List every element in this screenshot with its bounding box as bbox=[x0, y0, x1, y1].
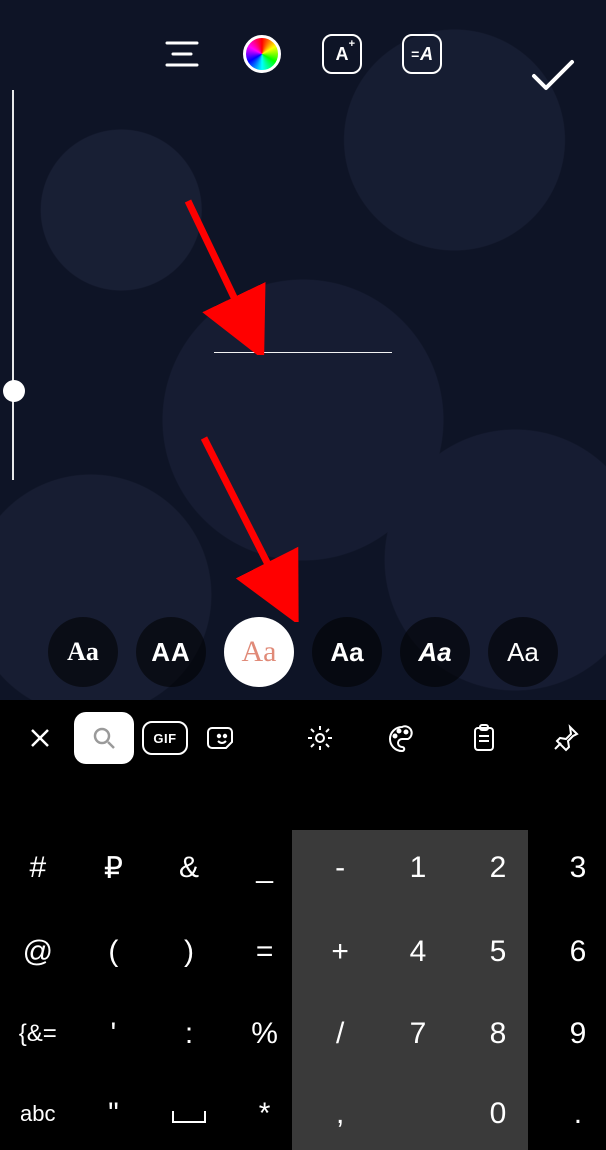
font-size-button[interactable]: A + bbox=[320, 32, 364, 76]
keyboard-search-button[interactable] bbox=[74, 712, 134, 764]
key-4[interactable]: 4 bbox=[378, 935, 458, 969]
search-icon bbox=[91, 725, 117, 751]
font-size-icon: A + bbox=[322, 34, 362, 74]
key-slash[interactable]: / bbox=[302, 1017, 378, 1051]
key-apostrophe[interactable]: ' bbox=[76, 1017, 152, 1051]
color-picker-button[interactable] bbox=[240, 32, 284, 76]
key-0[interactable]: 0 bbox=[458, 1097, 538, 1131]
key-quote[interactable]: " bbox=[76, 1097, 152, 1131]
clipboard-icon bbox=[471, 723, 497, 753]
font-option-thin[interactable]: Aa bbox=[488, 617, 558, 687]
key-dash[interactable]: - bbox=[302, 851, 378, 885]
keyboard-theme-button[interactable] bbox=[376, 712, 428, 764]
keyboard-sticker-button[interactable] bbox=[196, 712, 248, 764]
key-9[interactable]: 9 bbox=[538, 1017, 606, 1051]
key-ampersand[interactable]: & bbox=[151, 851, 227, 885]
key-hash[interactable]: # bbox=[0, 851, 76, 885]
canvas-dim-overlay bbox=[0, 0, 606, 700]
text-size-slider-track[interactable] bbox=[12, 90, 14, 480]
sticker-icon bbox=[207, 723, 237, 753]
key-equals[interactable]: = bbox=[227, 935, 303, 969]
keyboard-gif-button[interactable]: GIF bbox=[142, 721, 188, 755]
key-percent[interactable]: % bbox=[227, 1017, 303, 1051]
pin-icon bbox=[552, 724, 580, 752]
story-canvas[interactable]: A + =A bbox=[0, 0, 606, 700]
space-icon bbox=[172, 1111, 206, 1123]
keyboard-keys: # ₽ & _ - 1 2 3 ? @ ( ) = + 4 5 6 ! bbox=[0, 776, 606, 1150]
keyboard-clipboard-button[interactable] bbox=[458, 712, 510, 764]
key-colon[interactable]: : bbox=[151, 1017, 227, 1051]
text-size-slider-thumb[interactable] bbox=[3, 380, 25, 402]
key-more-symbols[interactable]: {&= bbox=[0, 1020, 76, 1048]
color-wheel-icon bbox=[243, 35, 281, 73]
key-7[interactable]: 7 bbox=[378, 1017, 458, 1051]
key-at[interactable]: @ bbox=[0, 935, 76, 969]
key-3[interactable]: 3 bbox=[538, 851, 606, 885]
key-ruble[interactable]: ₽ bbox=[76, 851, 152, 886]
key-space[interactable] bbox=[151, 1097, 227, 1131]
key-asterisk[interactable]: * bbox=[227, 1097, 303, 1131]
font-option-bold[interactable]: Aa bbox=[312, 617, 382, 687]
key-period[interactable]: . bbox=[538, 1097, 606, 1131]
text-toolbar: A + =A bbox=[0, 24, 606, 84]
key-2[interactable]: 2 bbox=[458, 851, 538, 885]
close-icon bbox=[29, 727, 51, 749]
key-underscore[interactable]: _ bbox=[227, 851, 303, 885]
font-option-script[interactable]: Aa bbox=[224, 617, 294, 687]
font-option-classic[interactable]: Aa bbox=[48, 617, 118, 687]
key-5[interactable]: 5 bbox=[458, 935, 538, 969]
key-mode-abc[interactable]: abc bbox=[0, 1101, 76, 1127]
text-animation-button[interactable]: =A bbox=[400, 32, 444, 76]
key-plus[interactable]: + bbox=[302, 935, 378, 969]
keyboard-close-button[interactable] bbox=[14, 712, 66, 764]
font-selector-row: Aa AA Aa Aa Aa Aa bbox=[0, 612, 606, 692]
keyboard: GIF # bbox=[0, 700, 606, 1150]
text-animation-icon: =A bbox=[402, 34, 442, 74]
key-8[interactable]: 8 bbox=[458, 1017, 538, 1051]
keyboard-toolrow: GIF bbox=[0, 700, 606, 776]
palette-icon bbox=[386, 723, 418, 753]
key-comma[interactable]: , bbox=[302, 1097, 378, 1131]
key-6[interactable]: 6 bbox=[538, 935, 606, 969]
key-rparen[interactable]: ) bbox=[151, 935, 227, 969]
key-1[interactable]: 1 bbox=[378, 851, 458, 885]
text-input-cursor[interactable] bbox=[214, 352, 392, 353]
font-option-allcaps[interactable]: AA bbox=[136, 617, 206, 687]
done-button[interactable] bbox=[530, 58, 576, 94]
gear-icon bbox=[305, 723, 335, 753]
text-align-button[interactable] bbox=[160, 32, 204, 76]
keyboard-settings-button[interactable] bbox=[294, 712, 346, 764]
key-lparen[interactable]: ( bbox=[76, 935, 152, 969]
keyboard-pin-button[interactable] bbox=[540, 712, 592, 764]
font-option-italic[interactable]: Aa bbox=[400, 617, 470, 687]
